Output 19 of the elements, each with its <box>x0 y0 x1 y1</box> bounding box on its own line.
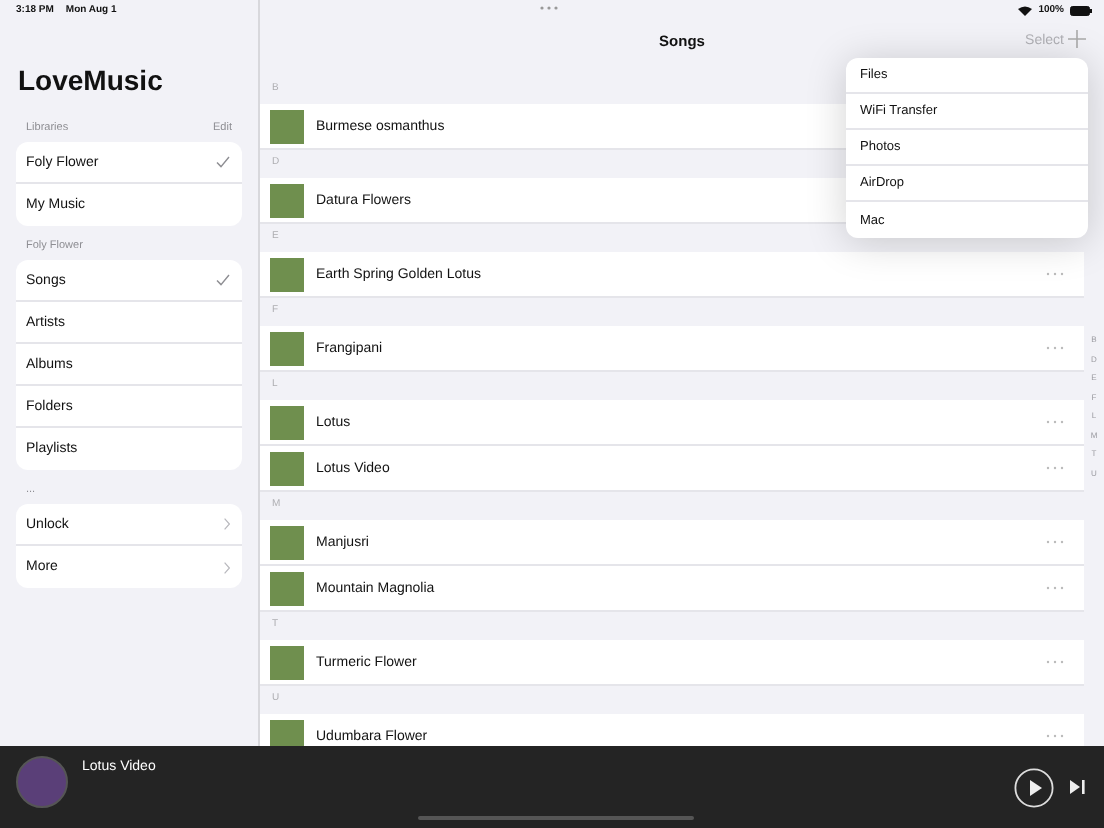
app-title: LoveMusic <box>18 64 165 96</box>
battery-icon <box>1070 5 1092 15</box>
photo-placeholder <box>270 331 304 365</box>
photo-placeholder <box>270 525 304 559</box>
skip-next-icon[interactable] <box>1068 778 1086 796</box>
add-icon[interactable] <box>1068 30 1086 48</box>
photo-placeholder <box>270 571 304 605</box>
photo-placeholder <box>270 451 304 485</box>
photo-placeholder <box>270 109 304 143</box>
wifi-icon <box>1018 5 1033 15</box>
chevron-icon <box>224 518 230 530</box>
chevron-icon <box>224 561 230 573</box>
photo-placeholder <box>270 257 304 291</box>
album-art-placeholder <box>16 756 68 808</box>
photo-placeholder <box>270 405 304 439</box>
photo-placeholder <box>270 183 304 217</box>
photo-placeholder <box>270 645 304 679</box>
play-icon[interactable] <box>1014 767 1054 807</box>
photo-placeholder <box>270 719 304 746</box>
